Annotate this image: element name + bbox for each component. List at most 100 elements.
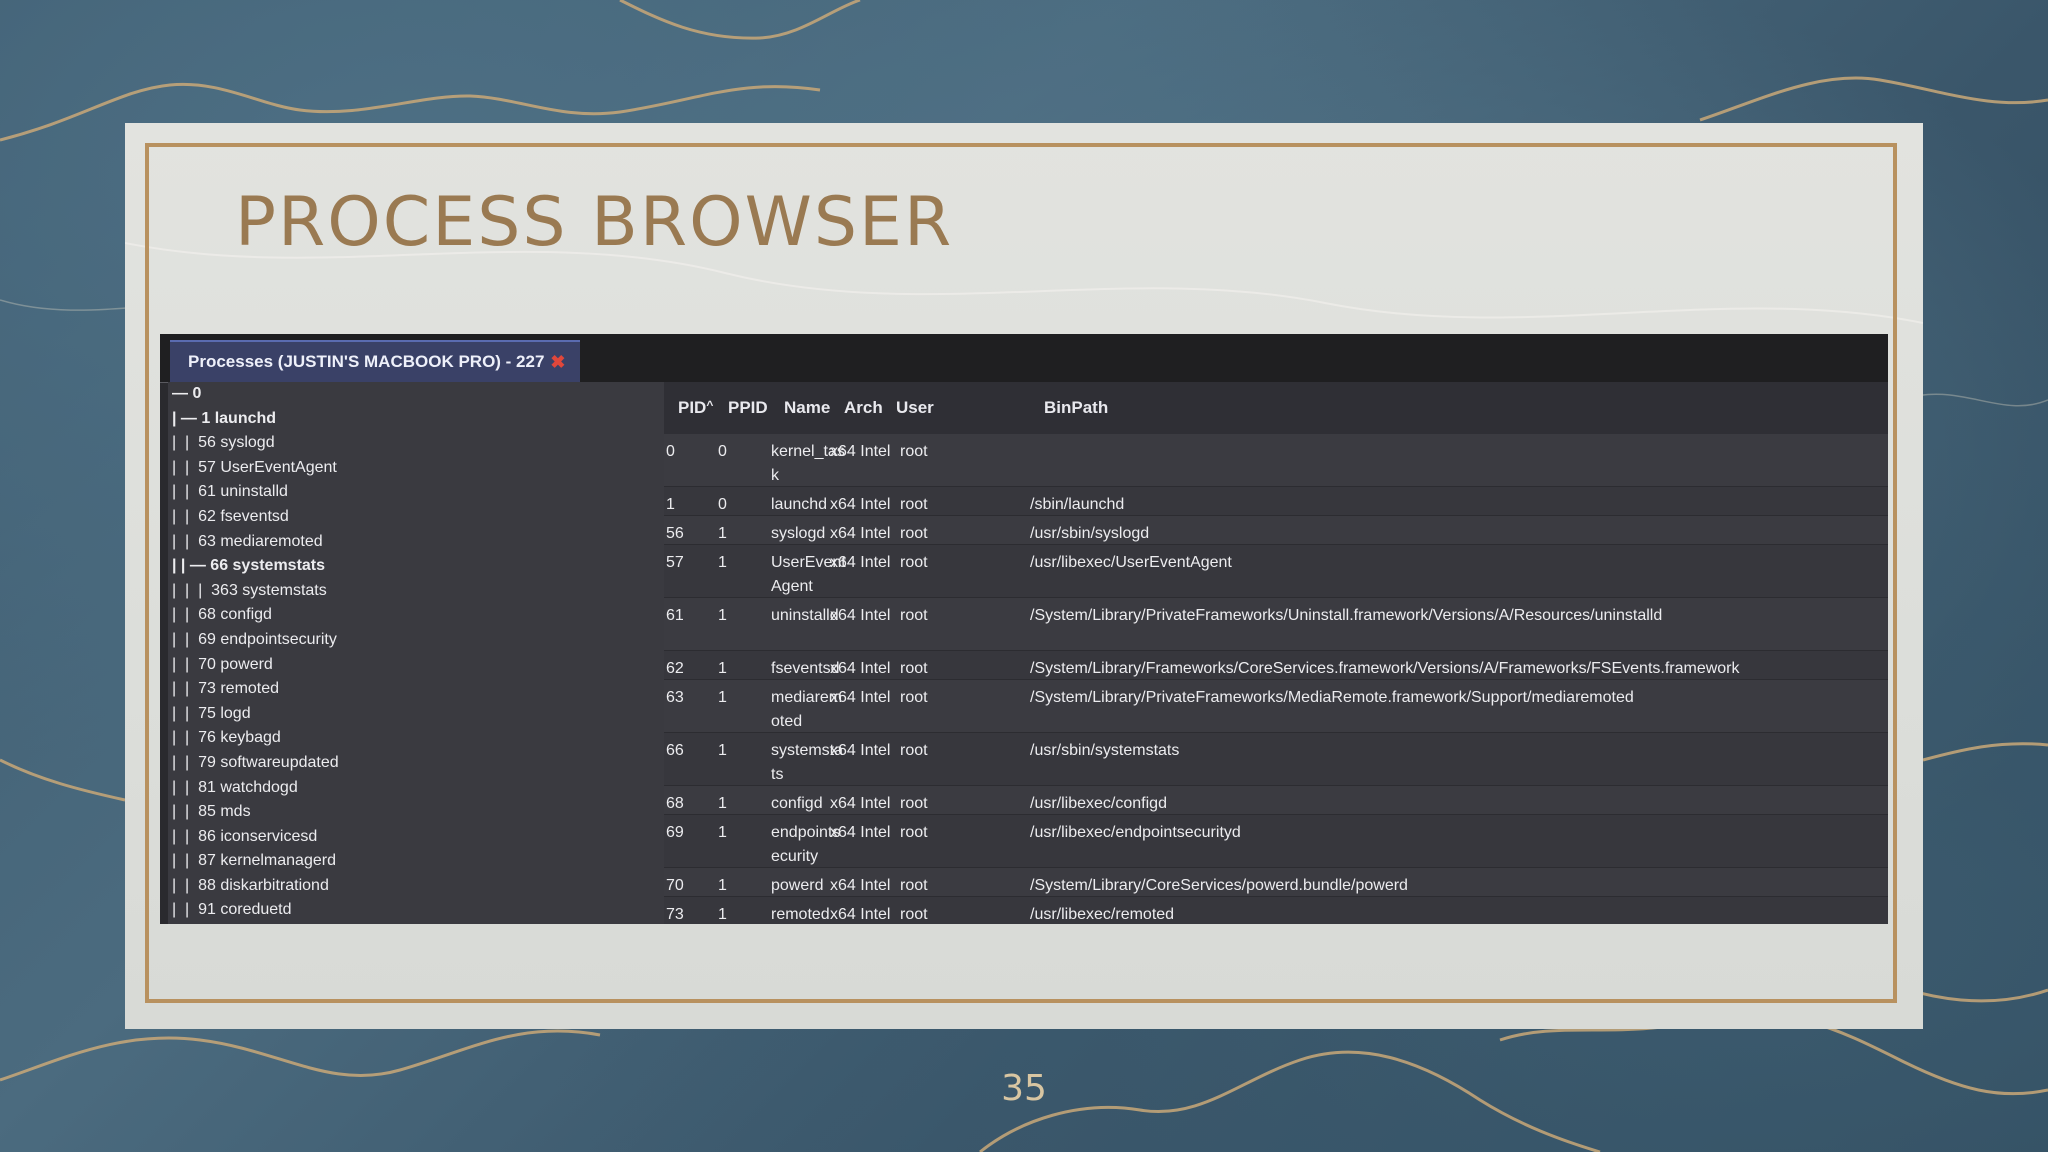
cell-arch: x64 Intel [830, 496, 891, 513]
cell-binpath: /System/Library/PrivateFrameworks/Uninst… [1030, 607, 1663, 624]
process-table: PID^ PPID Name Arch User BinPath 0 0 kerne… [664, 382, 1888, 924]
table-row[interactable]: 68 1 configd x64 Intel root/usr/libexec/conf… [664, 786, 1888, 815]
cell-binpath: /System/Library/Frameworks/CoreServices.… [1030, 660, 1740, 677]
column-header-binpath[interactable]: BinPath [1044, 398, 1108, 418]
cell-pid: 70 [666, 877, 684, 894]
cell-user: root [900, 824, 928, 841]
tree-node[interactable]: | | 86 iconservicesd [168, 825, 664, 850]
tree-node[interactable]: | | 56 syslogd [168, 431, 664, 456]
cell-arch: x64 Intel [830, 443, 891, 460]
cell-pid: 69 [666, 824, 684, 841]
table-row[interactable]: 73 1 remoted x64 Intel root/usr/libexec/remo… [664, 897, 1888, 924]
tree-node[interactable]: | | 70 powerd [168, 653, 664, 678]
cell-arch: x64 Intel [830, 554, 891, 571]
cell-user: root [900, 877, 928, 894]
table-row[interactable]: 62 1 fseventsd x64 Intel root/System/Library… [664, 651, 1888, 680]
cell-arch: x64 Intel [830, 607, 891, 624]
tree-node[interactable]: — 0 [168, 382, 664, 407]
cell-pid: 56 [666, 525, 684, 542]
cell-ppid: 0 [718, 496, 727, 513]
tree-node[interactable]: | | 87 kernelmanagerd [168, 849, 664, 874]
tree-node[interactable]: | | 81 watchdogd [168, 776, 664, 801]
cell-binpath: /System/Library/PrivateFrameworks/MediaR… [1030, 689, 1634, 706]
cell-user: root [900, 660, 928, 677]
tree-node[interactable]: | | 61 uninstalld [168, 480, 664, 505]
cell-binpath: /usr/libexec/endpointsecurityd [1030, 824, 1241, 841]
cell-ppid: 1 [718, 689, 727, 706]
table-row[interactable]: 61 1 uninstalld x64 Intel root/System/Librar… [664, 598, 1888, 651]
column-header-arch[interactable]: Arch [844, 398, 883, 418]
cell-user: root [900, 554, 928, 571]
tree-node[interactable]: | | 73 remoted [168, 677, 664, 702]
tree-node[interactable]: | | 57 UserEventAgent [168, 456, 664, 481]
cell-ppid: 1 [718, 525, 727, 542]
cell-arch: x64 Intel [830, 877, 891, 894]
cell-user: root [900, 795, 928, 812]
table-row[interactable]: 66 1 systemstats x64 Intel root/usr/sbin/sys… [664, 733, 1888, 786]
tab-bar: Processes (JUSTIN'S MACBOOK PRO) - 227 ✖ [160, 334, 1888, 383]
table-row[interactable]: 56 1 syslogd x64 Intel root/usr/sbin/syslogd [664, 516, 1888, 545]
cell-ppid: 0 [718, 443, 727, 460]
cell-binpath: /sbin/launchd [1030, 496, 1125, 513]
tree-node[interactable]: | | 62 fseventsd [168, 505, 664, 530]
sort-ascending-icon: ^ [706, 398, 714, 412]
table-row[interactable]: 63 1 mediaremoted x64 Intel root/System/Libr… [664, 680, 1888, 733]
close-icon[interactable]: ✖ [550, 352, 565, 373]
tree-node[interactable]: | | 68 configd [168, 603, 664, 628]
cell-user: root [900, 496, 928, 513]
tree-node[interactable]: | | 75 logd [168, 702, 664, 727]
tree-node[interactable]: | | — 66 systemstats [168, 554, 664, 579]
column-header-ppid[interactable]: PPID [728, 398, 768, 418]
cell-pid: 68 [666, 795, 684, 812]
tree-node[interactable]: | | | 363 systemstats [168, 579, 664, 604]
cell-user: root [900, 607, 928, 624]
cell-ppid: 1 [718, 795, 727, 812]
cell-arch: x64 Intel [830, 525, 891, 542]
tree-node[interactable]: | — 1 launchd [168, 407, 664, 432]
table-row[interactable]: 57 1 UserEventAgent x64 Intel root/usr/libex… [664, 545, 1888, 598]
tree-node[interactable]: | | 76 keybagd [168, 726, 664, 751]
cell-pid: 1 [666, 496, 675, 513]
table-row[interactable]: 0 0 kernel_task x64 Intel root [664, 434, 1888, 487]
cell-user: root [900, 525, 928, 542]
table-row[interactable]: 70 1 powerd x64 Intel root/System/Library/Co… [664, 868, 1888, 897]
cell-ppid: 1 [718, 824, 727, 841]
process-tree[interactable]: — 0 | — 1 launchd | | 56 syslogd | | 57 Use… [168, 382, 664, 924]
slide-title: PROCESS BROWSER [235, 183, 954, 262]
cell-ppid: 1 [718, 877, 727, 894]
cell-user: root [900, 906, 928, 923]
column-header-user[interactable]: User [896, 398, 934, 418]
table-row[interactable]: 69 1 endpointsecurity x64 Intel root/usr/lib… [664, 815, 1888, 868]
tree-node[interactable]: | | 88 diskarbitrationd [168, 874, 664, 899]
cell-arch: x64 Intel [830, 689, 891, 706]
cell-binpath: /System/Library/CoreServices/powerd.bund… [1030, 877, 1408, 894]
column-header-name[interactable]: Name [784, 398, 830, 418]
cell-ppid: 1 [718, 607, 727, 624]
cell-pid: 61 [666, 607, 684, 624]
cell-pid: 62 [666, 660, 684, 677]
process-browser-window: Processes (JUSTIN'S MACBOOK PRO) - 227 ✖… [160, 334, 1888, 924]
cell-pid: 0 [666, 443, 675, 460]
cell-ppid: 1 [718, 660, 727, 677]
cell-ppid: 1 [718, 554, 727, 571]
cell-user: root [900, 742, 928, 759]
table-row[interactable]: 1 0 launchd x64 Intel root/sbin/launchd [664, 487, 1888, 516]
column-header-pid[interactable]: PID^ [678, 398, 713, 418]
cell-ppid: 1 [718, 742, 727, 759]
tree-node[interactable]: | | 69 endpointsecurity [168, 628, 664, 653]
tree-node[interactable]: | | 79 softwareupdated [168, 751, 664, 776]
tree-node[interactable]: | | 91 coreduetd [168, 898, 664, 923]
cell-pid: 63 [666, 689, 684, 706]
table-header: PID^ PPID Name Arch User BinPath [664, 382, 1888, 434]
cell-binpath: /usr/libexec/configd [1030, 795, 1167, 812]
cell-pid: 73 [666, 906, 684, 923]
cell-user: root [900, 443, 928, 460]
cell-binpath: /usr/libexec/remoted [1030, 906, 1175, 923]
tree-node[interactable]: | | 85 mds [168, 800, 664, 825]
tree-node[interactable]: | | 63 mediaremoted [168, 530, 664, 555]
cell-arch: x64 Intel [830, 660, 891, 677]
tab-label: Processes (JUSTIN'S MACBOOK PRO) - 227 [188, 352, 545, 371]
cell-user: root [900, 689, 928, 706]
cell-binpath: /usr/sbin/syslogd [1030, 525, 1150, 542]
tab-processes[interactable]: Processes (JUSTIN'S MACBOOK PRO) - 227 ✖ [170, 340, 580, 382]
